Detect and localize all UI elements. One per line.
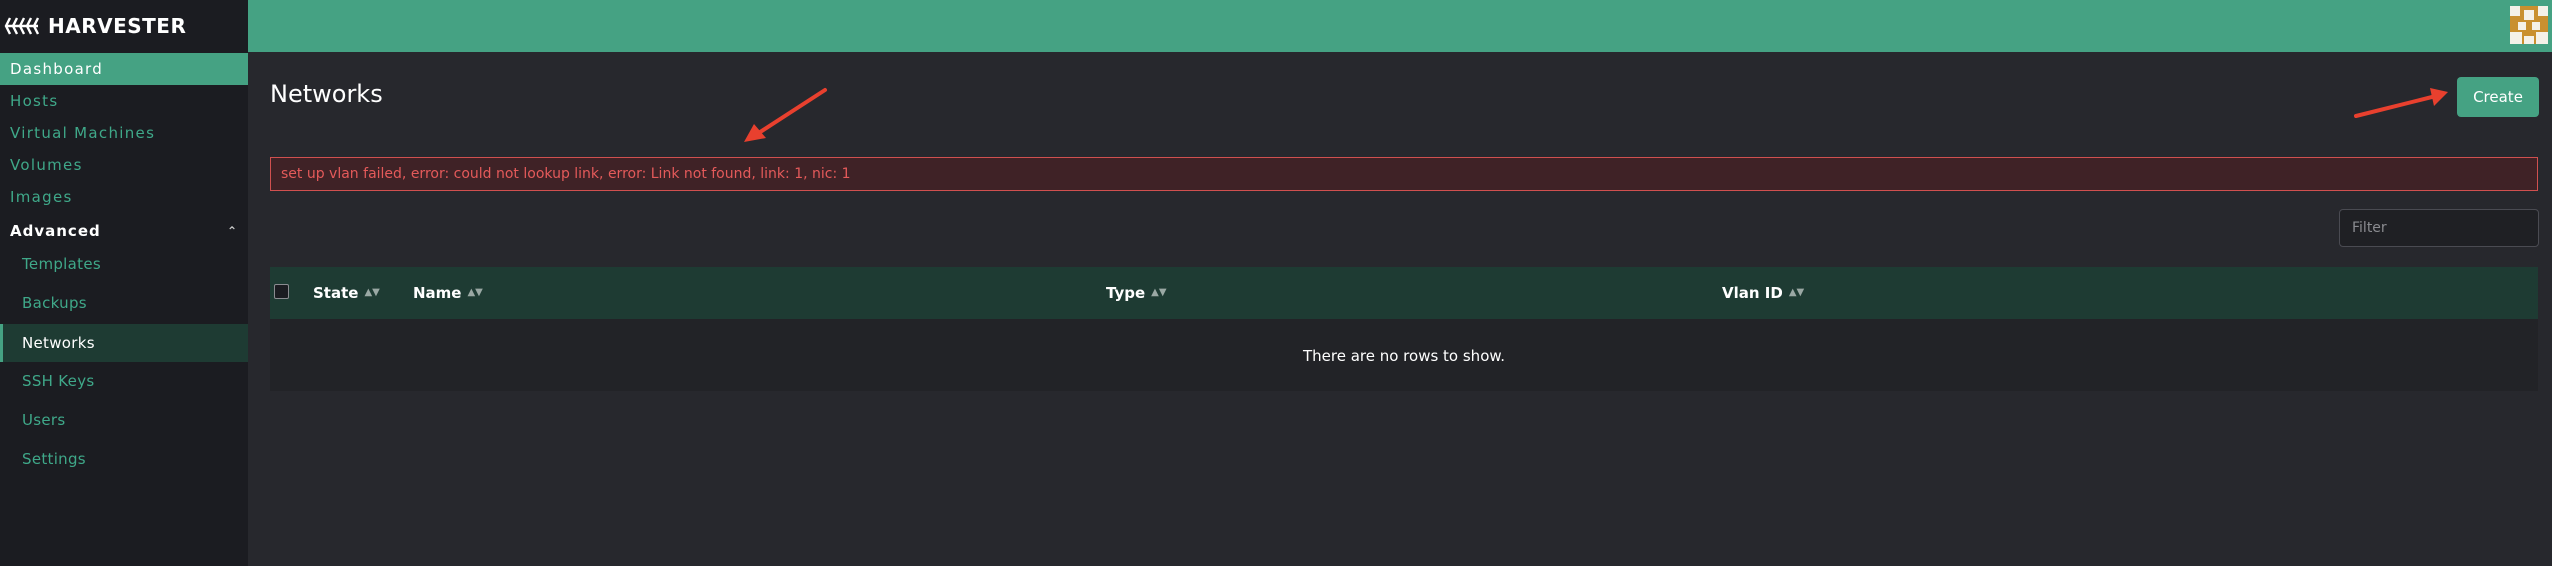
sort-icon: ▲▼ [467, 287, 483, 298]
select-all-checkbox[interactable] [274, 284, 289, 299]
sidebar-item-settings[interactable]: Settings [0, 443, 248, 475]
sidebar-item-label: Dashboard [10, 60, 104, 78]
sidebar-item-label: SSH Keys [22, 372, 95, 390]
sidebar-item-hosts[interactable]: Hosts [0, 85, 248, 117]
annotation-arrow-icon [744, 88, 827, 142]
sidebar-group-advanced[interactable]: Advanced ⌃ [0, 215, 248, 247]
chevron-up-icon: ⌃ [226, 224, 238, 238]
column-header-state[interactable]: State ▲▼ [313, 267, 380, 319]
sidebar-item-label: Networks [22, 334, 95, 352]
column-header-name[interactable]: Name ▲▼ [413, 267, 483, 319]
empty-table-message: There are no rows to show. [1302, 347, 1506, 365]
sort-icon: ▲▼ [1788, 287, 1805, 298]
sidebar-item-virtual-machines[interactable]: Virtual Machines [0, 117, 248, 149]
error-message: set up vlan failed, error: could not loo… [281, 166, 851, 182]
sidebar-item-templates[interactable]: Templates [0, 248, 248, 280]
annotation-arrow-icon [2354, 88, 2448, 118]
sidebar-item-networks[interactable]: Networks [0, 324, 248, 362]
harvester-logo-icon [4, 17, 40, 35]
top-header [248, 0, 2552, 52]
sidebar-item-label: Images [10, 188, 73, 206]
sidebar-item-ssh-keys[interactable]: SSH Keys [0, 365, 248, 397]
create-button[interactable]: Create [2457, 77, 2539, 117]
filter-input[interactable] [2339, 209, 2539, 247]
avatar[interactable] [2510, 6, 2548, 44]
table-body: There are no rows to show. [270, 319, 2538, 391]
sidebar-item-label: Hosts [10, 92, 59, 110]
column-header-vlan-id[interactable]: Vlan ID ▲▼ [1722, 267, 1804, 319]
sidebar-group-label: Advanced [10, 222, 101, 240]
sidebar-item-users[interactable]: Users [0, 404, 248, 436]
table-header: State ▲▼ Name ▲▼ Type ▲▼ Vlan ID ▲▼ [270, 267, 2538, 319]
brand[interactable]: HARVESTER [0, 0, 248, 52]
sidebar-item-label: Virtual Machines [10, 124, 156, 142]
sidebar-item-label: Volumes [10, 156, 83, 174]
column-header-type[interactable]: Type ▲▼ [1106, 267, 1167, 319]
sort-icon: ▲▼ [1151, 287, 1167, 298]
sidebar: HARVESTER Dashboard Hosts Virtual Machin… [0, 0, 248, 566]
sort-icon: ▲▼ [364, 287, 380, 298]
error-banner: set up vlan failed, error: could not loo… [270, 157, 2538, 191]
sidebar-item-volumes[interactable]: Volumes [0, 149, 248, 181]
sidebar-item-images[interactable]: Images [0, 181, 248, 213]
brand-name: HARVESTER [48, 14, 187, 38]
sidebar-item-label: Settings [22, 450, 86, 468]
sidebar-item-label: Users [22, 411, 66, 429]
sidebar-item-label: Templates [22, 255, 101, 273]
sidebar-item-label: Backups [22, 294, 87, 312]
sidebar-item-backups[interactable]: Backups [0, 287, 248, 319]
page-title: Networks [270, 80, 383, 108]
sidebar-item-dashboard[interactable]: Dashboard [0, 53, 248, 85]
